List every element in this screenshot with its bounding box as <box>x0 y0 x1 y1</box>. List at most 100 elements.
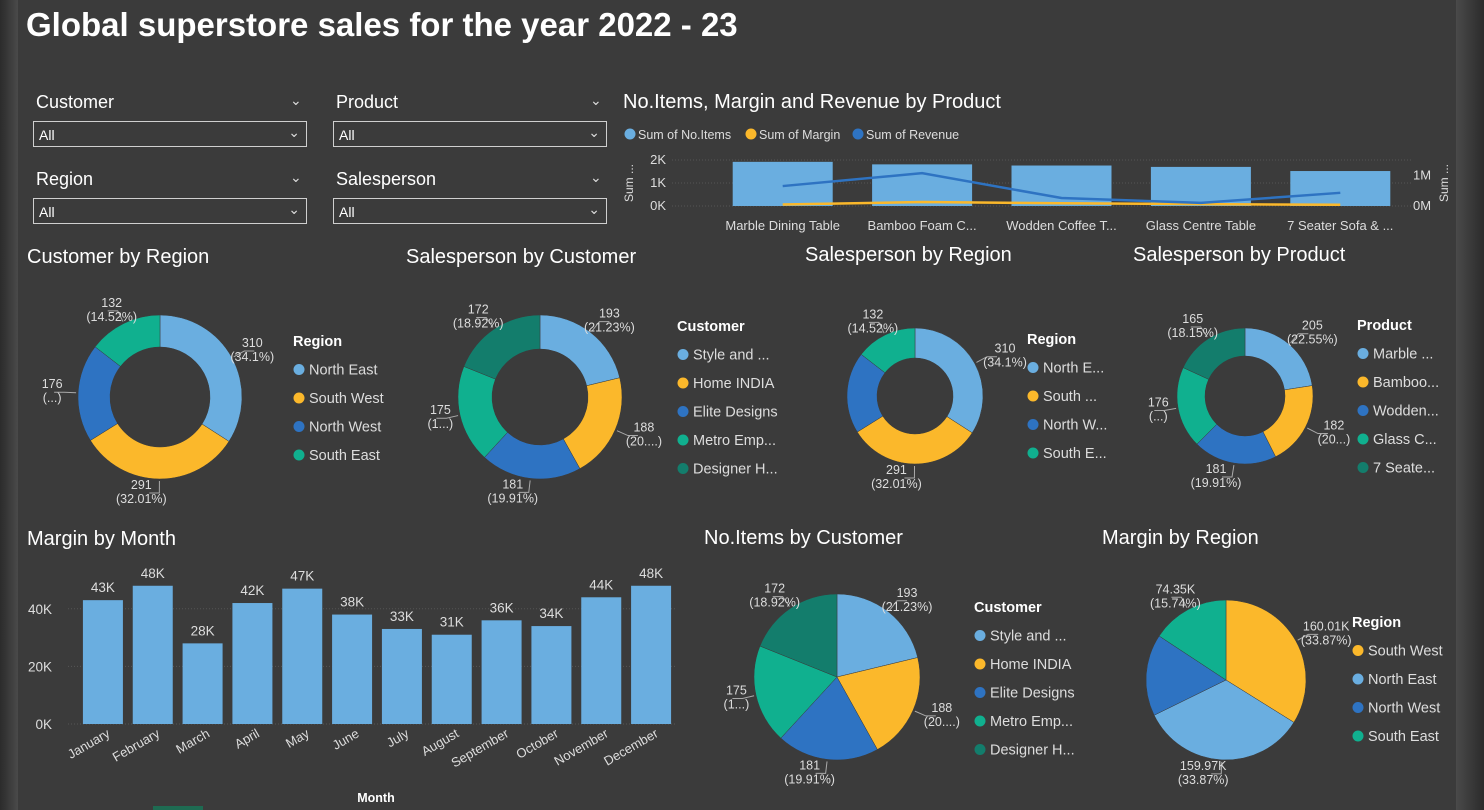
y-tick-label: 1K <box>650 175 666 190</box>
legend-label: Bamboo... <box>1373 375 1439 391</box>
x-tick-label: December <box>601 725 661 768</box>
y-tick-label: 40K <box>28 602 52 617</box>
legend-dot <box>974 744 986 755</box>
legend-dot <box>677 349 689 360</box>
legend-dot <box>974 715 986 727</box>
legend-dot <box>1027 390 1039 402</box>
data-label-percent: (22.55%) <box>1287 333 1338 347</box>
pie-slice <box>856 415 973 465</box>
legend-dot <box>677 377 689 389</box>
legend-dot <box>677 434 689 446</box>
legend-label: Sum of Margin <box>759 128 840 142</box>
legend-dot <box>1352 702 1364 713</box>
legend-dot <box>293 392 305 404</box>
data-label-value: 175 <box>430 403 451 417</box>
data-label-percent: (34.1%) <box>230 350 274 364</box>
bar-month <box>531 626 572 724</box>
x-tick-label: Marble Dining Table <box>725 218 840 233</box>
legend-title: Customer <box>974 600 1042 616</box>
legend-dot <box>1027 447 1039 459</box>
legend-dot <box>1352 645 1364 656</box>
data-label-value: 159.97K <box>1180 759 1227 773</box>
legend-label: North East <box>1368 672 1437 688</box>
bar-month <box>581 597 622 724</box>
data-label-value: 132 <box>862 307 883 321</box>
legend-dot <box>1357 433 1369 445</box>
data-label-value: 34K <box>539 606 563 621</box>
data-label-value: 291 <box>131 478 152 492</box>
x-tick-label: September <box>449 725 512 770</box>
x-tick-label: July <box>384 725 412 750</box>
y-tick-label: 0K <box>650 198 666 213</box>
data-label-percent: (14.52%) <box>86 310 137 324</box>
data-label-value: 42K <box>240 583 264 598</box>
data-label-value: 188 <box>633 421 654 435</box>
bar-month <box>332 614 373 724</box>
bar-month <box>132 585 173 724</box>
data-label-percent: (15.74%) <box>1150 596 1201 610</box>
line-margin <box>782 200 1341 207</box>
x-tick-label: May <box>283 725 312 751</box>
data-label-value: 48K <box>639 566 663 581</box>
data-label-value: 31K <box>440 615 464 630</box>
data-label-percent: (1...) <box>724 697 750 711</box>
legend-label: South West <box>309 391 384 407</box>
data-label-percent: (18.92%) <box>453 316 504 330</box>
legend-label: Metro Emp... <box>693 433 776 449</box>
legend-dot <box>974 630 986 641</box>
x-tick-label: March <box>173 726 212 757</box>
legend-label: South ... <box>1043 389 1097 405</box>
data-label-value: 38K <box>340 595 364 610</box>
y-tick-label: 20K <box>28 659 52 674</box>
legend-label: North West <box>309 420 381 436</box>
x-tick-label: April <box>232 726 262 752</box>
data-label-value: 181 <box>799 758 820 772</box>
legend-dot <box>677 406 689 417</box>
data-label-value: 33K <box>390 609 414 624</box>
legend-dot <box>1357 348 1369 359</box>
bar-month <box>82 600 123 724</box>
legend-label: Sum of No.Items <box>638 128 731 142</box>
legend-dot <box>1357 376 1369 388</box>
data-label-value: 176 <box>1148 396 1169 410</box>
data-label-percent: (34.1%) <box>983 356 1027 370</box>
pie-slice <box>159 314 243 442</box>
data-label-percent: (18.15%) <box>1167 326 1218 340</box>
data-label-value: 205 <box>1302 319 1323 333</box>
legend-dot <box>1357 462 1369 473</box>
legend-label: South E... <box>1043 446 1107 462</box>
bar-month <box>282 588 323 724</box>
data-label-value: 160.01K <box>1303 619 1350 633</box>
data-label-percent: (19.91%) <box>1191 476 1242 490</box>
data-label-value: 43K <box>91 580 115 595</box>
legend-label: Metro Emp... <box>990 714 1073 730</box>
x-tick-label: February <box>110 725 163 764</box>
data-label-value: 188 <box>931 701 952 715</box>
data-label-percent: (32.01%) <box>871 477 922 491</box>
data-label-percent: (21.23%) <box>584 321 635 335</box>
bar-no-items <box>1290 171 1391 206</box>
y2-axis-label: Sum ... <box>1437 164 1451 202</box>
data-label-percent: (1...) <box>428 417 454 431</box>
data-label-value: 193 <box>897 586 918 600</box>
data-label-percent: (18.92%) <box>749 596 800 610</box>
data-label-percent: (19.91%) <box>784 772 835 786</box>
legend-title: Region <box>1027 332 1076 348</box>
charts-layer: Sum of No.Items Sum of Margin Sum of Reven… <box>28 128 1451 805</box>
data-label-value: 182 <box>1323 419 1344 433</box>
legend-dot <box>677 463 689 474</box>
data-label-value: 176 <box>42 377 63 391</box>
legend-dot <box>1027 362 1039 373</box>
legend-title: Customer <box>677 319 745 335</box>
legend-title: Region <box>1352 615 1401 631</box>
x-tick-label: Wodden Coffee T... <box>1006 218 1117 233</box>
legend-label: Home INDIA <box>693 376 775 392</box>
data-label-percent: (14.52%) <box>848 321 899 335</box>
legend-label: Glass C... <box>1373 432 1437 448</box>
y2-tick-label: 0M <box>1413 198 1431 213</box>
legend-label: Style and ... <box>693 348 770 364</box>
x-tick-label: Glass Centre Table <box>1146 218 1256 233</box>
bar-month <box>182 643 223 724</box>
y-axis-label: Sum ... <box>622 164 636 202</box>
data-label-value: 310 <box>995 342 1016 356</box>
